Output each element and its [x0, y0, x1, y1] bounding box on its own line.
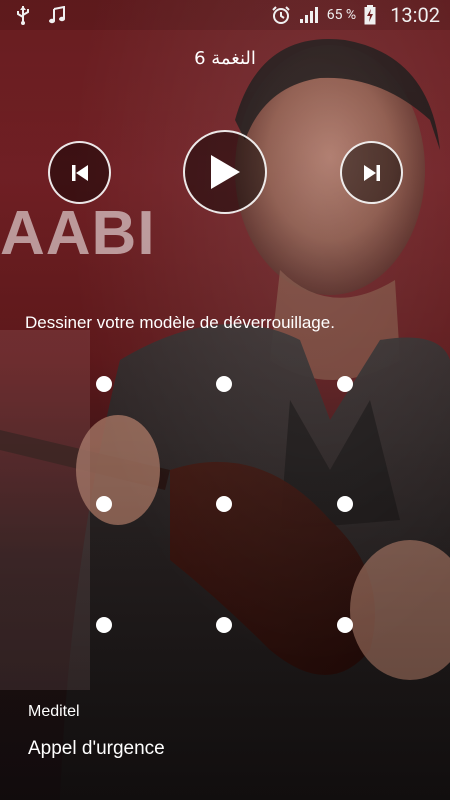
music-note-icon	[48, 6, 66, 24]
carrier-name: Meditel	[28, 703, 80, 720]
pattern-dot-5[interactable]	[216, 496, 232, 512]
status-bar: 65 % 13:02	[0, 0, 450, 30]
pattern-dot-6[interactable]	[337, 496, 353, 512]
track-title: النغمة 6	[194, 48, 256, 69]
pattern-dot-1[interactable]	[96, 376, 112, 392]
play-button[interactable]	[183, 130, 267, 214]
next-icon	[361, 162, 383, 184]
next-track-button[interactable]	[340, 141, 403, 204]
pattern-dot-2[interactable]	[216, 376, 232, 392]
pattern-dot-8[interactable]	[216, 617, 232, 633]
alarm-clock-icon	[271, 5, 291, 25]
pattern-dot-9[interactable]	[337, 617, 353, 633]
lock-screen: AABI 65 % 13:02 النغمة 6 Dessiner votre …	[0, 0, 450, 800]
previous-icon	[69, 162, 91, 184]
previous-track-button[interactable]	[48, 141, 111, 204]
emergency-call-button[interactable]: Appel d'urgence	[28, 738, 165, 760]
unlock-instruction: Dessiner votre modèle de déverrouillage.	[25, 313, 335, 332]
status-right-icons: 65 % 13:02	[271, 0, 440, 30]
pattern-dot-7[interactable]	[96, 617, 112, 633]
background-overlay	[0, 0, 450, 800]
signal-icon	[299, 6, 319, 24]
usb-icon	[16, 5, 30, 25]
status-time: 13:02	[390, 3, 440, 27]
play-icon	[207, 153, 243, 191]
background-brand-text: AABI	[0, 199, 156, 268]
battery-percent: 65 %	[326, 7, 357, 23]
pattern-dot-4[interactable]	[96, 496, 112, 512]
status-left-icons	[16, 0, 66, 30]
battery-charging-icon	[364, 5, 376, 25]
pattern-dot-3[interactable]	[337, 376, 353, 392]
